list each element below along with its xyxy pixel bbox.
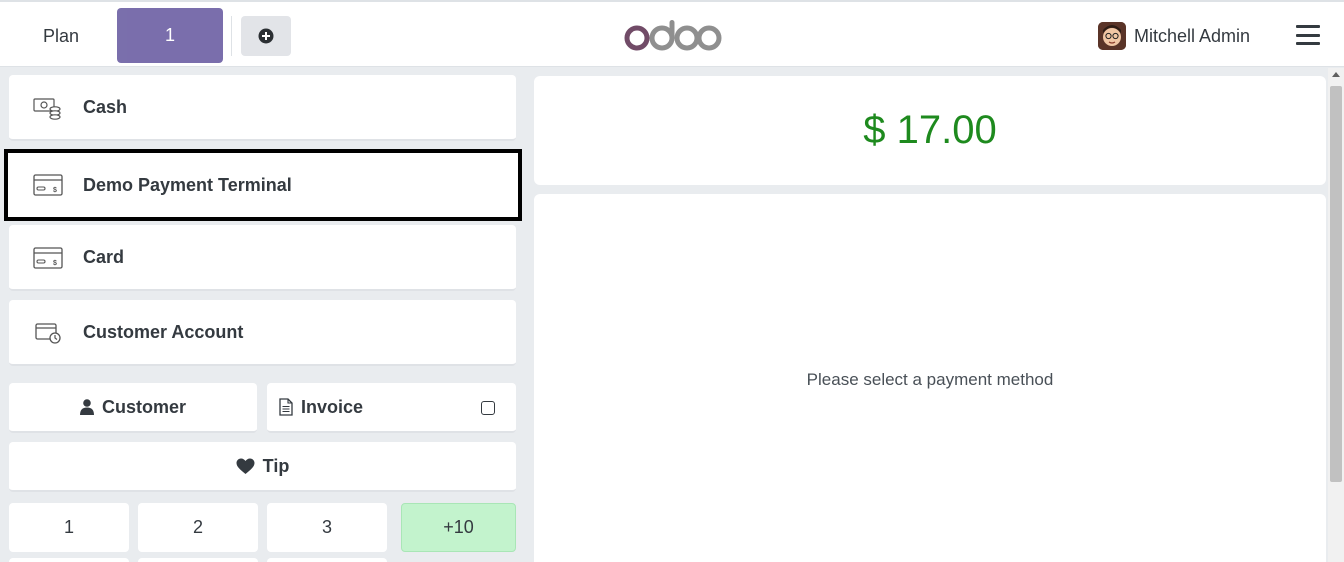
tip-button[interactable]: Tip xyxy=(9,442,516,492)
scroll-thumb[interactable] xyxy=(1330,86,1342,482)
heart-icon xyxy=(236,458,255,474)
top-bar: Plan 1 Mitchell Admin xyxy=(0,0,1344,67)
customer-account-icon xyxy=(35,323,61,344)
numpad-key-1[interactable]: 1 xyxy=(9,503,129,552)
tip-label: Tip xyxy=(262,455,290,476)
status-message: Please select a payment method xyxy=(806,370,1054,389)
payment-method-label: Demo Payment Terminal xyxy=(83,174,292,195)
payment-method-demo-terminal[interactable]: $ Demo Payment Terminal xyxy=(4,149,522,221)
tab-divider xyxy=(231,16,232,56)
odoo-logo xyxy=(624,18,722,54)
cash-icon xyxy=(33,98,61,120)
numpad-key-row2[interactable] xyxy=(138,558,258,562)
card-terminal-icon: $ xyxy=(33,174,63,196)
numpad-key-row2[interactable] xyxy=(9,558,129,562)
scroll-up-arrow-icon[interactable] xyxy=(1332,72,1340,77)
total-amount-card: $ 17.00 xyxy=(534,76,1326,185)
user-name: Mitchell Admin xyxy=(1134,25,1251,46)
card-icon: $ xyxy=(33,247,63,269)
invoice-checkbox[interactable] xyxy=(481,401,495,415)
order-tab[interactable]: 1 xyxy=(117,8,223,63)
user-icon xyxy=(79,399,94,415)
total-amount: $ 17.00 xyxy=(863,108,997,152)
payment-method-label: Card xyxy=(83,246,125,267)
invoice-label: Invoice xyxy=(301,396,364,417)
invoice-button[interactable]: Invoice xyxy=(267,383,516,433)
add-order-button[interactable] xyxy=(241,16,291,56)
menu-icon[interactable] xyxy=(1296,25,1320,45)
numpad-key-2[interactable]: 2 xyxy=(138,503,258,552)
payment-method-label: Customer Account xyxy=(83,321,244,342)
payment-method-label: Cash xyxy=(83,96,128,117)
payment-method-card[interactable]: $ Card xyxy=(9,225,516,291)
avatar xyxy=(1098,22,1126,50)
plus-circle-icon xyxy=(258,28,274,44)
user-menu[interactable]: Mitchell Admin xyxy=(1098,20,1250,52)
numpad-key-plus-10[interactable]: +10 xyxy=(401,503,516,552)
numpad-key-row2[interactable] xyxy=(267,558,387,562)
svg-text:$: $ xyxy=(53,260,57,267)
payment-method-customer-account[interactable]: Customer Account xyxy=(9,300,516,366)
payment-method-cash[interactable]: Cash xyxy=(9,75,516,141)
customer-button[interactable]: Customer xyxy=(9,383,257,433)
scrollbar[interactable] xyxy=(1328,68,1344,562)
customer-label: Customer xyxy=(101,396,186,417)
svg-text:$: $ xyxy=(53,187,57,194)
numpad-key-3[interactable]: 3 xyxy=(267,503,387,552)
file-icon xyxy=(279,398,293,416)
payment-status-card: Please select a payment method xyxy=(534,194,1326,562)
plan-button[interactable]: Plan xyxy=(20,14,102,58)
